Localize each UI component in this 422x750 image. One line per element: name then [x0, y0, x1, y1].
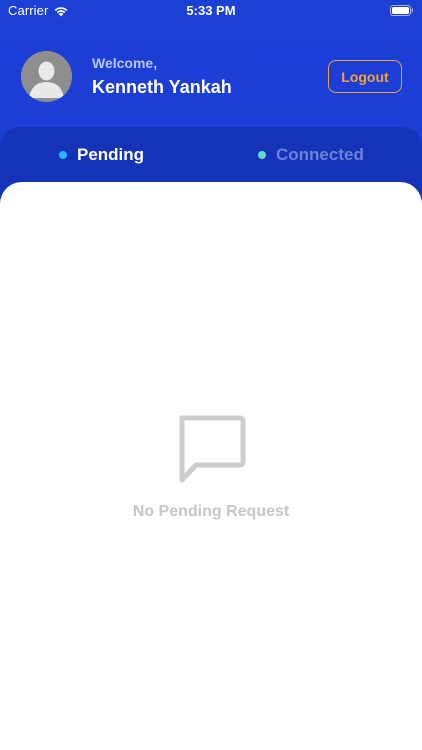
content-panel: No Pending Request: [0, 182, 422, 750]
connected-dot-icon: [258, 151, 266, 159]
welcome-text: Welcome,: [92, 55, 158, 71]
tab-pending[interactable]: Pending: [59, 145, 144, 165]
logout-button[interactable]: Logout: [328, 60, 402, 93]
status-time: 5:33 PM: [186, 3, 236, 18]
tab-pending-label: Pending: [77, 145, 145, 164]
user-name: Kenneth Yankah: [92, 77, 232, 97]
status-bar: Carrier 5:33 PM: [0, 0, 422, 22]
tab-connected[interactable]: Connected: [258, 145, 364, 165]
app-screen: Carrier 5:33 PM Welcome, Kenneth Yankah …: [0, 0, 422, 750]
tab-connected-label: Connected: [276, 145, 364, 164]
empty-state-message: No Pending Request: [132, 503, 290, 520]
user-silhouette-icon: [21, 51, 72, 102]
avatar: [21, 51, 72, 102]
chat-bubble-icon: [179, 415, 246, 483]
pending-dot-icon: [59, 151, 67, 159]
battery-icon: [390, 5, 413, 16]
